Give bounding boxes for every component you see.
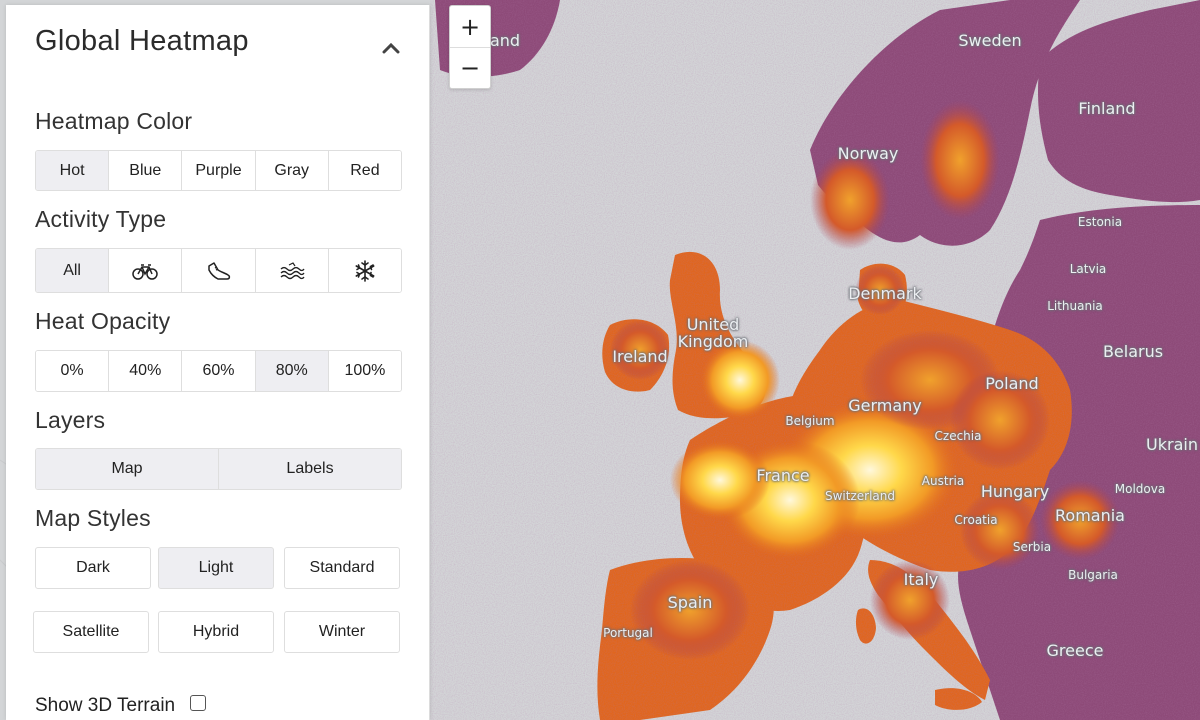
map-label-hungary: Hungary [980,482,1050,501]
map-label-denmark: Denmark [848,284,922,303]
map-label-germany: Germany [848,396,922,415]
map-label-serbia: Serbia [1012,540,1052,554]
map-label-croatia: Croatia [954,513,998,527]
terrain-label: Show 3D Terrain [35,695,176,716]
style-dark-button[interactable]: Dark [35,547,151,589]
terrain-toggle-row: Show 3D Terrain [35,695,207,717]
map-label-lithuania: Lithuania [1047,299,1103,313]
style-light-button[interactable]: Light [158,547,274,589]
map-label-latvia: Latvia [1069,262,1107,276]
map-label-poland: Poland [985,374,1039,393]
style-winter-button[interactable]: Winter [284,611,400,653]
layer-option-map[interactable]: Map [36,449,219,489]
map-label-spain: Spain [667,593,713,612]
color-option-red[interactable]: Red [328,151,401,190]
map-label-finland: Finland [1078,99,1136,118]
opacity-option-0[interactable]: 0% [36,351,110,391]
activity-option-run[interactable] [182,249,256,292]
map-label-portugal: Portugal [603,626,653,640]
map-label-moldova: Moldova [1114,482,1166,496]
heat-opacity-selector: 0% 40% 60% 80% 100% [35,350,402,392]
activity-type-label: Activity Type [35,206,167,232]
map-styles-label: Map Styles [35,505,151,531]
map-label-greece: Greece [1046,641,1104,660]
map-label-france: France [756,466,810,485]
zoom-control: + − [449,5,491,89]
opacity-option-80[interactable]: 80% [255,351,329,391]
map-label-norway: Norway [837,144,899,163]
map-label-estonia: Estonia [1077,215,1123,229]
zoom-out-button[interactable]: − [450,47,490,88]
heatmap-settings-panel: Global Heatmap Heatmap Color Hot Blue Pu… [6,5,430,720]
opacity-option-60[interactable]: 60% [182,351,256,391]
layer-option-labels[interactable]: Labels [219,449,401,489]
heat-opacity-label: Heat Opacity [35,308,171,334]
map-label-italy: Italy [903,570,939,589]
style-standard-button[interactable]: Standard [284,547,400,589]
bike-icon [132,263,159,280]
terrain-checkbox[interactable] [190,695,207,711]
map-label-switzerland: Switzerland [825,489,895,503]
panel-title: Global Heatmap [35,25,249,57]
opacity-option-100[interactable]: 100% [328,351,401,391]
snowflake-icon [355,259,375,282]
map-label-ireland: Ireland [612,347,668,366]
map-label-ukraine: Ukrain [1146,435,1198,454]
activity-option-ride[interactable] [109,249,183,292]
activity-option-all[interactable]: All [36,249,110,292]
map-label-bulgaria: Bulgaria [1068,568,1118,582]
color-option-blue[interactable]: Blue [109,151,183,190]
map-label-belgium: Belgium [785,414,835,428]
chevron-up-icon[interactable] [382,41,400,55]
activity-option-winter[interactable] [328,249,401,292]
map-label-romania: Romania [1055,506,1125,525]
zoom-in-button[interactable]: + [450,6,490,47]
style-hybrid-button[interactable]: Hybrid [158,611,274,653]
color-option-purple[interactable]: Purple [182,151,256,190]
activity-option-water[interactable] [255,249,329,292]
heatmap-color-selector: Hot Blue Purple Gray Red [35,150,402,191]
style-satellite-button[interactable]: Satellite [33,611,149,653]
heatmap-color-label: Heatmap Color [35,108,193,134]
map-label-belarus: Belarus [1102,342,1164,361]
map-label-austria: Austria [921,474,965,488]
opacity-option-40[interactable]: 40% [109,351,183,391]
map-label-iceland-partial: and [489,31,521,50]
color-option-gray[interactable]: Gray [255,151,329,190]
color-option-hot[interactable]: Hot [36,151,110,190]
water-icon [280,261,305,279]
activity-type-selector: All [35,248,402,293]
layers-label: Layers [35,407,106,433]
map-label-czechia: Czechia [934,429,982,443]
shoe-icon [207,261,230,280]
map-label-united-kingdom: United Kingdom [677,315,749,351]
layers-selector: Map Labels [35,448,402,490]
map-label-sweden: Sweden [958,31,1022,50]
